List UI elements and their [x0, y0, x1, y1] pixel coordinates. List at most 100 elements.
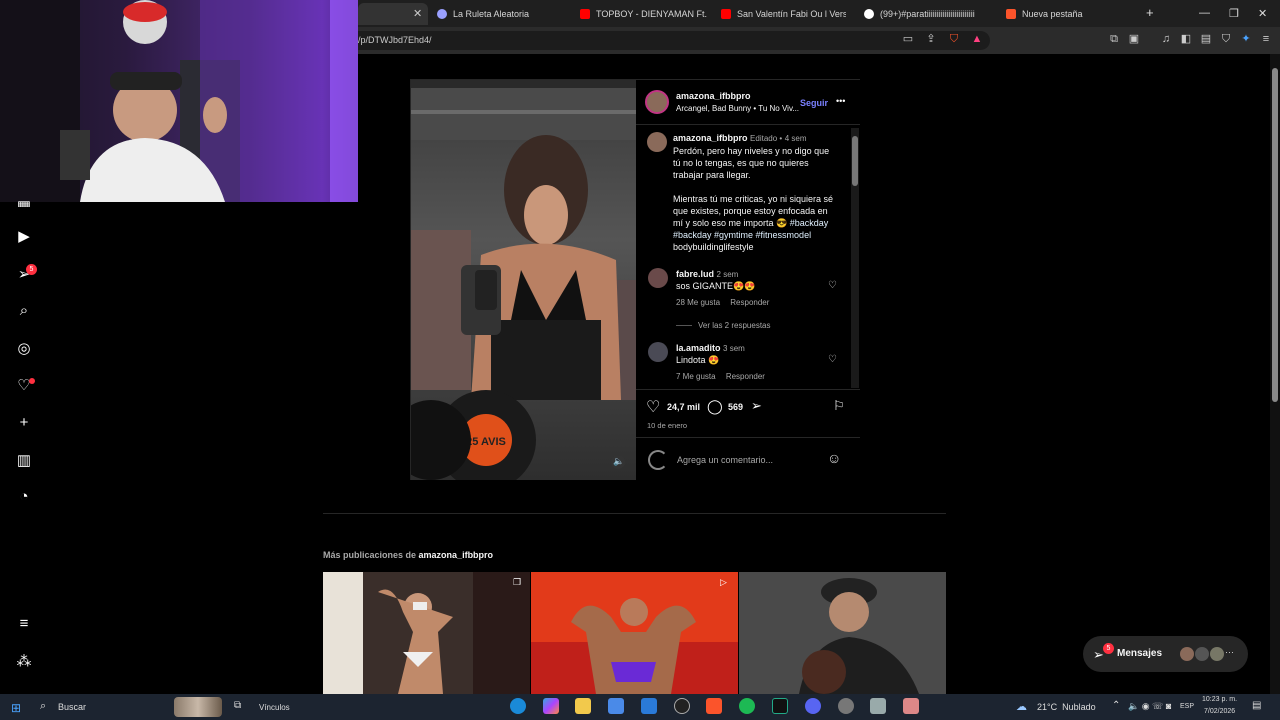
post-image[interactable]: 25 AVIS 🔈 — [411, 80, 636, 480]
reply-button[interactable]: Responder — [730, 298, 769, 307]
close-window-icon[interactable]: ✕ — [1258, 7, 1267, 20]
tray-chevron-icon[interactable]: ⌃ — [1112, 700, 1120, 711]
security-icon[interactable] — [870, 698, 886, 714]
comment-count[interactable]: 569 — [728, 402, 743, 412]
comment-likes[interactable]: 7 Me gusta — [676, 372, 716, 381]
reply-button[interactable]: Responder — [726, 372, 765, 381]
wallet-icon[interactable]: ▤ — [1200, 33, 1212, 45]
comment-avatar[interactable] — [648, 268, 668, 288]
url-text: /p/DTWJbd7Ehd4/ — [358, 35, 432, 45]
music-icon[interactable]: ♫ — [1160, 33, 1172, 45]
brave-shield-icon[interactable]: ⛉ — [948, 33, 960, 45]
weather-icon[interactable]: ☁ — [1016, 700, 1027, 713]
audio-label[interactable]: Arcangel, Bad Bunny • Tu No Viv... — [676, 104, 799, 113]
share-icon[interactable]: ➢ — [751, 398, 762, 414]
insights-icon[interactable]: ▥ — [15, 452, 33, 470]
windows-start-icon[interactable]: ⊞ — [11, 701, 21, 715]
video-icon: ▷ — [720, 577, 727, 587]
messages-avatar-2 — [1195, 647, 1209, 661]
view-replies-button[interactable]: Ver las 2 respuestas — [698, 321, 770, 330]
mail-icon[interactable] — [641, 698, 657, 714]
messages-label: Mensajes — [1117, 648, 1163, 659]
url-field[interactable]: /p/DTWJbd7Ehd4/ — [340, 31, 990, 50]
restore-icon[interactable]: ❐ — [1229, 7, 1239, 20]
author-avatar[interactable] — [645, 90, 669, 114]
search-icon[interactable]: ⌕ — [15, 302, 33, 320]
like-icon[interactable]: ♡ — [646, 397, 660, 417]
share-icon[interactable]: ⇪ — [925, 33, 937, 45]
brave-rewards-icon[interactable]: ▲ — [971, 33, 983, 45]
screenshot-icon[interactable]: ▣ — [1128, 33, 1140, 45]
app-icon[interactable] — [903, 698, 919, 714]
more-posts-author[interactable]: amazona_ifbbpro — [419, 550, 494, 560]
comment-user[interactable]: la.amadito — [676, 343, 721, 353]
vpn-icon[interactable]: ⛉ — [1220, 33, 1232, 45]
comments-scrollbar-thumb[interactable] — [852, 136, 858, 186]
comment-likes[interactable]: 28 Me gusta — [676, 298, 720, 307]
comment-like-icon[interactable]: ♡ — [828, 280, 837, 291]
weather-text[interactable]: 21°C Nublado — [1037, 702, 1096, 712]
language-indicator[interactable]: ESP — [1180, 703, 1194, 710]
comment-like-icon[interactable]: ♡ — [828, 354, 837, 365]
meta-apps-icon[interactable]: ⁂ — [15, 653, 33, 671]
page-scrollbar-thumb[interactable] — [1272, 68, 1278, 402]
more-post-thumb-3[interactable] — [739, 572, 946, 694]
minimize-icon[interactable]: — — [1199, 7, 1210, 19]
store-icon[interactable] — [608, 698, 624, 714]
extension-blue-icon[interactable]: ✦ — [1240, 33, 1252, 45]
emoji-icon[interactable]: ☺ — [827, 450, 841, 466]
messages-button[interactable]: ➢ 5 Mensajes ⋯ — [1083, 636, 1248, 672]
tray-icons[interactable]: 🔈 ◉ ☏ ◙ — [1128, 701, 1171, 712]
copilot-icon[interactable] — [543, 698, 559, 714]
more-options-icon[interactable]: ••• — [836, 96, 845, 106]
more-post-thumb-1[interactable]: ❐ — [323, 572, 530, 694]
mute-icon[interactable]: 🔈 — [613, 456, 624, 467]
caption-author[interactable]: amazona_ifbbpro — [673, 133, 748, 143]
taskbar-search-icon[interactable]: ⌕ — [40, 700, 46, 713]
follow-button[interactable]: Seguir — [800, 98, 828, 108]
file-explorer-icon[interactable] — [575, 698, 591, 714]
edge-icon[interactable] — [510, 698, 526, 714]
more-post-thumb-2[interactable]: ▷ — [531, 572, 738, 694]
explore-icon[interactable]: ◎ — [15, 340, 33, 358]
settings-icon[interactable] — [838, 698, 854, 714]
menu-icon[interactable]: ≡ — [1260, 33, 1272, 45]
clock-time[interactable]: 10:23 p. m. — [1202, 696, 1237, 703]
tab-ruleta[interactable]: La Ruleta Aleatoria — [437, 3, 572, 25]
discord-icon[interactable] — [805, 698, 821, 714]
notification-center-icon[interactable]: ▤ — [1252, 700, 1261, 711]
reels-icon[interactable]: ▶ — [15, 228, 33, 246]
links-toolbar[interactable]: Vínculos — [259, 703, 290, 712]
cast-icon[interactable]: ▭ — [902, 33, 914, 45]
page-scrollbar[interactable] — [1270, 54, 1280, 694]
comment-input[interactable]: Agrega un comentario... — [677, 455, 773, 465]
post-author[interactable]: amazona_ifbbpro — [676, 91, 751, 101]
tab-sanvalentin[interactable]: San Valentín Fabi Ou l Versión — [721, 3, 846, 25]
terminal-icon[interactable] — [772, 698, 788, 714]
sidebar-toggle-icon[interactable]: ◧ — [1180, 33, 1192, 45]
tab-tiktok[interactable]: (99+)#paratiiiiiiiiiiiiiiiiiiiiiiii — [864, 3, 990, 25]
tab-topboy[interactable]: TOPBOY - DIENYAMAN Ft. SLC — [580, 3, 710, 25]
task-view-icon[interactable]: ⧉ — [234, 700, 241, 711]
extensions-icon[interactable]: ⧉ — [1108, 33, 1120, 45]
comment-avatar[interactable] — [648, 342, 668, 362]
new-tab-icon[interactable]: + — [1146, 5, 1154, 20]
messages-more-icon: ⋯ — [1225, 647, 1234, 657]
comment-user[interactable]: fabre.lud — [676, 269, 714, 279]
close-tab-icon[interactable]: ✕ — [413, 7, 422, 20]
more-menu-icon[interactable]: ≡ — [15, 615, 33, 633]
create-icon[interactable]: + — [15, 414, 33, 432]
taskbar-search[interactable]: Buscar — [58, 702, 86, 712]
brave-icon[interactable] — [706, 698, 722, 714]
reels-partial-icon[interactable]: ▦ — [15, 198, 33, 207]
clock-date[interactable]: 7/02/2026 — [1204, 708, 1235, 715]
tab-nueva[interactable]: Nueva pestaña — [1006, 3, 1126, 25]
post-card: 25 AVIS 🔈 amazona_ifbbpro Arcangel, Bad … — [410, 79, 860, 480]
threads-icon[interactable]: ◔ — [15, 488, 33, 506]
caption-avatar[interactable] — [647, 132, 667, 152]
comment-icon[interactable]: ◯ — [707, 398, 723, 415]
save-icon[interactable]: ⚐ — [833, 398, 845, 414]
spotify-icon[interactable] — [739, 698, 755, 714]
like-count[interactable]: 24,7 mil — [667, 402, 700, 412]
obs-icon[interactable] — [674, 698, 690, 714]
